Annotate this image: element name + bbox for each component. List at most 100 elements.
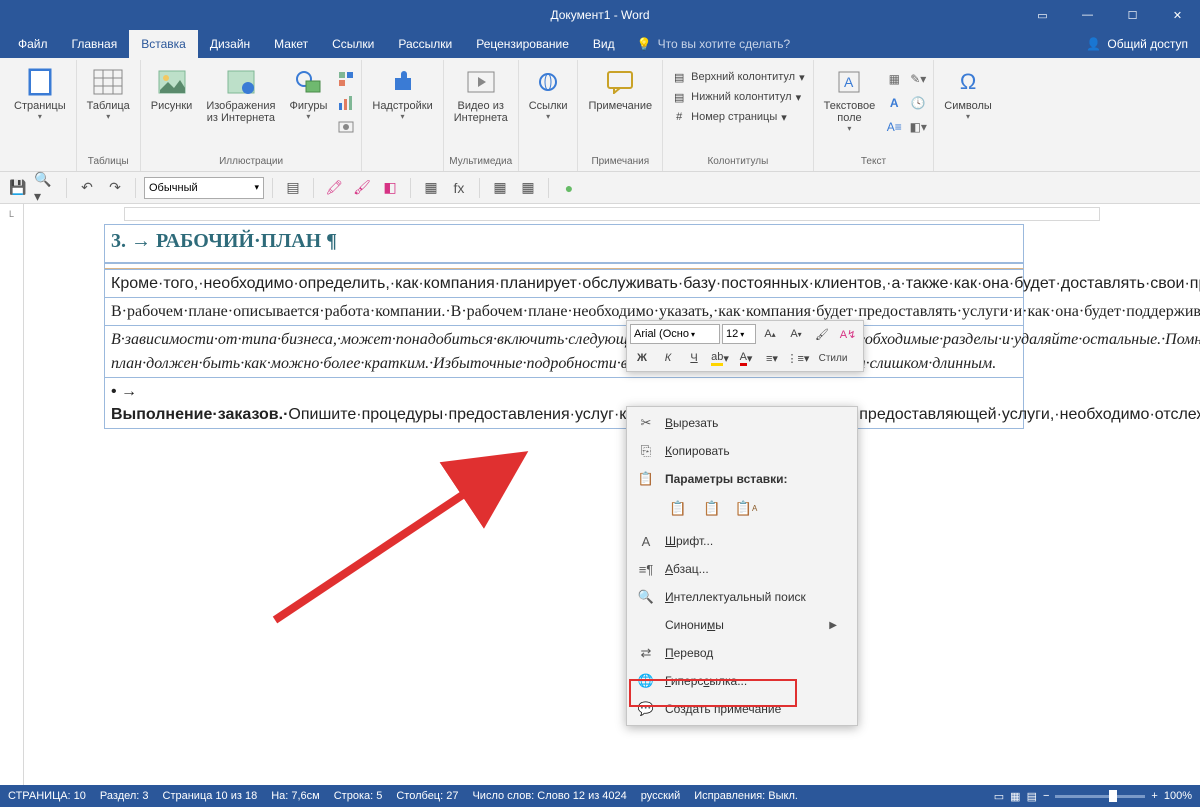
tab-home[interactable]: Главная bbox=[60, 30, 130, 58]
font-combo[interactable]: Arial (Осно▾ bbox=[630, 324, 720, 344]
comment-button[interactable]: Примечание bbox=[582, 64, 658, 114]
tab-view[interactable]: Вид bbox=[581, 30, 627, 58]
highlight-pink-button[interactable]: 🖍 bbox=[322, 176, 346, 200]
pages-button[interactable]: Страницы▾ bbox=[8, 64, 72, 123]
zoom-slider[interactable] bbox=[1055, 795, 1145, 798]
group-pages: Страницы▾ bbox=[4, 60, 77, 171]
list-button[interactable]: ▤ bbox=[281, 176, 305, 200]
highlight-pink2-button[interactable]: 🖌 bbox=[350, 176, 374, 200]
group-comments-label: Примечания bbox=[591, 154, 649, 171]
status-section[interactable]: Раздел: 3 bbox=[100, 790, 149, 802]
maximize-button[interactable]: ☐ bbox=[1110, 0, 1155, 30]
shrink-font-button[interactable]: A▾ bbox=[784, 323, 808, 345]
record-button[interactable]: ● bbox=[557, 176, 581, 200]
menu-new-comment[interactable]: 💬Создать примечание bbox=[627, 695, 857, 723]
share-button[interactable]: 👤 Общий доступ bbox=[1074, 30, 1200, 58]
tab-layout[interactable]: Макет bbox=[262, 30, 320, 58]
borders-button[interactable]: ▦ bbox=[419, 176, 443, 200]
online-pictures-button[interactable]: Изображения из Интернета bbox=[200, 64, 281, 126]
tab-mailings[interactable]: Рассылки bbox=[386, 30, 464, 58]
numbering-button[interactable]: ⋮≡▾ bbox=[786, 347, 810, 369]
size-combo[interactable]: 12▾ bbox=[722, 324, 756, 344]
eraser-button[interactable]: ◧ bbox=[378, 176, 402, 200]
tab-file[interactable]: Файл bbox=[6, 30, 60, 58]
shading2-button[interactable]: ▦ bbox=[516, 176, 540, 200]
paste-merge[interactable]: 📋 bbox=[699, 495, 725, 521]
menu-translate[interactable]: ⇄Перевод bbox=[627, 639, 857, 667]
view-web-button[interactable]: ▤ bbox=[1027, 790, 1037, 803]
menu-copy[interactable]: ⎘Копировать bbox=[627, 437, 857, 465]
status-position[interactable]: На: 7,6см bbox=[271, 790, 320, 802]
tell-me-search[interactable]: 💡 Что вы хотите сделать? bbox=[627, 30, 1075, 58]
tab-references[interactable]: Ссылки bbox=[320, 30, 386, 58]
status-track-changes[interactable]: Исправления: Выкл. bbox=[694, 790, 798, 802]
datetime-button[interactable]: 🕓 bbox=[907, 92, 929, 114]
italic-button[interactable]: К bbox=[656, 347, 680, 369]
tab-insert[interactable]: Вставка bbox=[129, 30, 198, 58]
save-button[interactable]: 💾 bbox=[6, 176, 30, 200]
header-button[interactable]: ▤Верхний колонтитул▾ bbox=[667, 68, 808, 86]
find-button[interactable]: 🔍▾ bbox=[34, 176, 58, 200]
style-combo[interactable]: Обычный▾ bbox=[144, 177, 264, 199]
document-view[interactable]: 3. → РАБОЧИЙ·ПЛАН ¶ Кроме·того,·необходи… bbox=[24, 224, 1200, 797]
symbols-button[interactable]: Ω Символы▾ bbox=[938, 64, 998, 123]
paste-text-only[interactable]: 📋A bbox=[733, 495, 759, 521]
paste-keep-source[interactable]: 📋 bbox=[665, 495, 691, 521]
chart-button[interactable] bbox=[335, 92, 357, 114]
page-number-button[interactable]: #Номер страницы▾ bbox=[667, 108, 808, 126]
menu-synonyms[interactable]: Синонимы▶ bbox=[627, 611, 857, 639]
shading1-button[interactable]: ▦ bbox=[488, 176, 512, 200]
menu-font[interactable]: AШрифт... bbox=[627, 527, 857, 555]
status-line[interactable]: Строка: 5 bbox=[334, 790, 383, 802]
object-button[interactable]: ◧▾ bbox=[907, 116, 929, 138]
menu-smart-lookup[interactable]: 🔍Интеллектуальный поиск bbox=[627, 583, 857, 611]
status-page-of[interactable]: Страница 10 из 18 bbox=[163, 790, 258, 802]
vertical-ruler[interactable] bbox=[0, 224, 24, 797]
online-pictures-label: Изображения из Интернета bbox=[206, 100, 275, 124]
shapes-button[interactable]: Фигуры▾ bbox=[283, 64, 333, 123]
font-color-button[interactable]: A▾ bbox=[734, 347, 758, 369]
status-page[interactable]: СТРАНИЦА: 10 bbox=[8, 790, 86, 802]
quickparts-button[interactable]: ▦ bbox=[883, 68, 905, 90]
tab-design[interactable]: Дизайн bbox=[198, 30, 262, 58]
format-painter-button[interactable]: 🖌 bbox=[810, 323, 834, 345]
dropcap-button[interactable]: A≡ bbox=[883, 116, 905, 138]
wordart-button[interactable]: A bbox=[883, 92, 905, 114]
view-read-button[interactable]: ▭ bbox=[994, 790, 1004, 803]
view-print-button[interactable]: ▦ bbox=[1010, 790, 1020, 803]
styles-button[interactable]: Стили bbox=[812, 347, 854, 369]
status-language[interactable]: русский bbox=[641, 790, 680, 802]
redo-button[interactable]: ↷ bbox=[103, 176, 127, 200]
minimize-button[interactable]: — bbox=[1065, 0, 1110, 30]
pictures-button[interactable]: Рисунки bbox=[145, 64, 199, 114]
menu-hyperlink[interactable]: 🌐Гиперссылка... bbox=[627, 667, 857, 695]
horizontal-ruler[interactable] bbox=[24, 204, 1200, 224]
footer-button[interactable]: ▤Нижний колонтитул▾ bbox=[667, 88, 808, 106]
bold-button[interactable]: Ж bbox=[630, 347, 654, 369]
screenshot-button[interactable] bbox=[335, 116, 357, 138]
formula-button[interactable]: fx bbox=[447, 176, 471, 200]
highlight-button[interactable]: ab▾ bbox=[708, 347, 732, 369]
bullets-button[interactable]: ≡▾ bbox=[760, 347, 784, 369]
tab-review[interactable]: Рецензирование bbox=[464, 30, 581, 58]
menu-paragraph[interactable]: ≡¶Абзац... bbox=[627, 555, 857, 583]
grow-font-button[interactable]: A▴ bbox=[758, 323, 782, 345]
zoom-out-button[interactable]: − bbox=[1043, 790, 1049, 802]
signature-button[interactable]: ✎▾ bbox=[907, 68, 929, 90]
ribbon-min-icon[interactable]: ▭ bbox=[1020, 0, 1065, 30]
addins-button[interactable]: Надстройки▾ bbox=[366, 64, 438, 123]
menu-cut[interactable]: ✂Вырезать bbox=[627, 409, 857, 437]
status-column[interactable]: Столбец: 27 bbox=[396, 790, 458, 802]
status-words[interactable]: Число слов: Слово 12 из 4024 bbox=[472, 790, 626, 802]
textbox-button[interactable]: A Текстовое поле▾ bbox=[818, 64, 882, 135]
smartart-button[interactable] bbox=[335, 68, 357, 90]
zoom-in-button[interactable]: + bbox=[1151, 790, 1157, 802]
zoom-level[interactable]: 100% bbox=[1164, 790, 1192, 802]
links-button[interactable]: Ссылки▾ bbox=[523, 64, 574, 123]
close-button[interactable]: ✕ bbox=[1155, 0, 1200, 30]
online-video-button[interactable]: Видео из Интернета bbox=[448, 64, 514, 126]
clear-format-button[interactable]: A↯ bbox=[836, 323, 860, 345]
undo-button[interactable]: ↶ bbox=[75, 176, 99, 200]
table-button[interactable]: Таблица▾ bbox=[81, 64, 136, 123]
underline-button[interactable]: Ч bbox=[682, 347, 706, 369]
